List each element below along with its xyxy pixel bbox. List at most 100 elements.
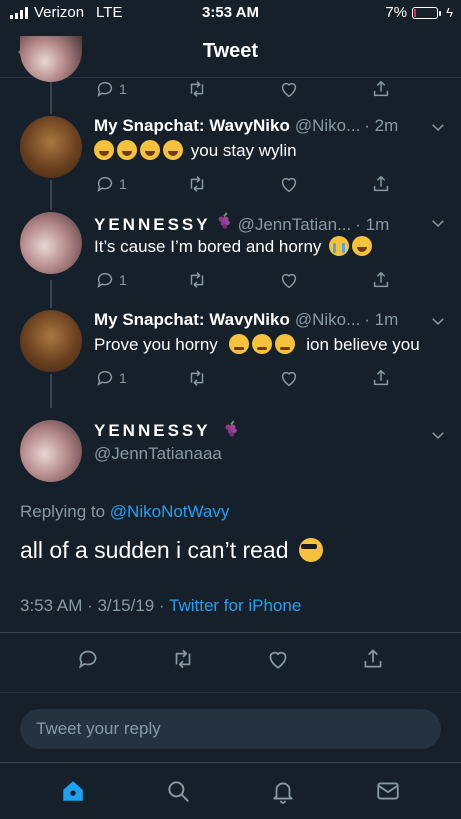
main-tweet-text: all of a sudden i can’t read (20, 537, 326, 564)
heart-icon[interactable] (265, 646, 291, 672)
tweet-header: My Snapchat: WavyNiko @Niko... · 2m (94, 116, 446, 136)
chevron-down-icon[interactable] (429, 118, 447, 136)
tab-home[interactable] (58, 776, 88, 806)
reply-input[interactable] (20, 709, 441, 749)
retweet-icon (190, 81, 204, 97)
share-button[interactable] (370, 77, 461, 101)
retweet-icon (190, 370, 204, 386)
heart-icon (281, 177, 297, 193)
crying-emoji-icon (329, 236, 350, 256)
chevron-down-icon[interactable] (429, 214, 447, 232)
reply-count: 1 (119, 81, 127, 97)
main-tweet-actions (0, 646, 461, 672)
like-button[interactable] (278, 366, 370, 390)
tweet-actions: 1 (94, 268, 461, 292)
notifications-icon (273, 782, 293, 804)
tweet-text: Prove you horny ion believe you (94, 334, 420, 355)
reply-button[interactable]: 1 (94, 77, 186, 101)
grapes-emoji-icon (218, 212, 230, 229)
tweet-body: you stay wylin (190, 141, 297, 160)
tweet-text: you stay wylin (94, 140, 297, 161)
tweet-body: It’s cause I’m bored and horny (94, 237, 322, 256)
tweet-actions: 1 (94, 77, 461, 101)
heart-icon (281, 371, 297, 387)
tweet-text: It’s cause I’m bored and horny (94, 236, 375, 257)
thread-tweet[interactable]: My Snapchat: WavyNiko @Niko... · 1m Prov… (0, 310, 461, 400)
share-button[interactable] (370, 268, 461, 292)
reply-count: 1 (119, 272, 127, 288)
retweet-icon (190, 272, 204, 288)
tab-bar (0, 762, 461, 819)
retweet-button[interactable] (186, 172, 278, 196)
tweet-actions: 1 (94, 172, 461, 196)
share-icon (373, 80, 389, 97)
timestamp: 3:53 AM · 3/15/19 · (20, 596, 165, 615)
replying-prefix: Replying to (20, 502, 106, 521)
display-name[interactable]: My Snapchat: WavyNiko (94, 116, 290, 136)
tweet-body-continued: ion believe you (306, 335, 420, 354)
sunglasses-emoji-icon (298, 538, 323, 562)
handle[interactable]: @JennTatianaaa (94, 444, 222, 464)
share-button[interactable] (370, 366, 461, 390)
sleeping-emoji-icon (251, 334, 272, 354)
thread-tweet[interactable]: YENNESSY @JennTatian... · 1m It’s cause … (0, 212, 461, 302)
share-button[interactable] (370, 172, 461, 196)
display-name-text: YENNESSY (94, 421, 211, 440)
charging-icon: ϟ (446, 5, 453, 20)
avatar[interactable] (20, 310, 82, 372)
retweet-button[interactable] (186, 268, 278, 292)
heart-icon (281, 273, 297, 289)
avatar[interactable] (20, 212, 82, 274)
laughing-emoji-icon (140, 140, 160, 160)
reply-icon[interactable] (75, 646, 101, 672)
like-button[interactable] (278, 268, 370, 292)
timestamp: · 2m (364, 116, 399, 135)
thread-tweet[interactable]: My Snapchat: WavyNiko @Niko... · 2m you … (0, 116, 461, 206)
laughing-emoji-icon (94, 140, 114, 160)
retweet-button[interactable] (186, 77, 278, 101)
like-button[interactable] (278, 77, 370, 101)
avatar[interactable] (20, 420, 82, 482)
client-link[interactable]: Twitter for iPhone (169, 596, 301, 615)
chevron-down-icon[interactable] (429, 312, 447, 330)
tab-search[interactable] (163, 776, 193, 806)
like-button[interactable] (278, 172, 370, 196)
reply-count: 1 (119, 370, 127, 386)
display-name[interactable]: My Snapchat: WavyNiko (94, 310, 290, 330)
laughing-emoji-icon (352, 236, 373, 256)
tweet-body: all of a sudden i can’t read (20, 537, 289, 563)
share-icon (373, 369, 389, 386)
reply-button[interactable]: 1 (94, 268, 186, 292)
chevron-down-icon[interactable] (429, 426, 447, 444)
tab-messages[interactable] (373, 776, 403, 806)
reply-button[interactable]: 1 (94, 172, 186, 196)
retweet-icon[interactable] (170, 646, 196, 672)
retweet-button[interactable] (186, 366, 278, 390)
main-tweet: YENNESSY @JennTatianaaa (0, 420, 461, 490)
display-name[interactable]: YENNESSY (94, 420, 240, 441)
reply-count: 1 (119, 176, 127, 192)
reply-button[interactable]: 1 (94, 366, 186, 390)
home-icon (62, 781, 83, 801)
thread-line (50, 78, 52, 114)
sleeping-emoji-icon (274, 334, 295, 354)
laughing-emoji-icon (117, 140, 137, 160)
tab-notifications[interactable] (268, 776, 298, 806)
reply-icon (97, 370, 113, 387)
battery-icon (412, 6, 442, 19)
avatar[interactable] (20, 116, 82, 178)
handle[interactable]: @JennTatian... (238, 215, 352, 235)
battery-info: 7% ϟ (385, 4, 453, 21)
share-icon[interactable] (360, 646, 386, 672)
reply-icon (97, 272, 113, 289)
tweet-header: My Snapchat: WavyNiko @Niko... · 1m (94, 310, 446, 330)
display-name[interactable]: YENNESSY (94, 215, 211, 235)
handle[interactable]: @Niko... (295, 310, 360, 330)
handle[interactable]: @Niko... (295, 116, 360, 136)
replying-to-link[interactable]: @NikoNotWavy (110, 502, 230, 521)
grapes-emoji-icon (225, 420, 237, 437)
divider (0, 632, 461, 633)
tweet-header: YENNESSY @JennTatian... · 1m (94, 212, 446, 235)
search-icon (168, 781, 189, 802)
share-icon (373, 175, 389, 192)
